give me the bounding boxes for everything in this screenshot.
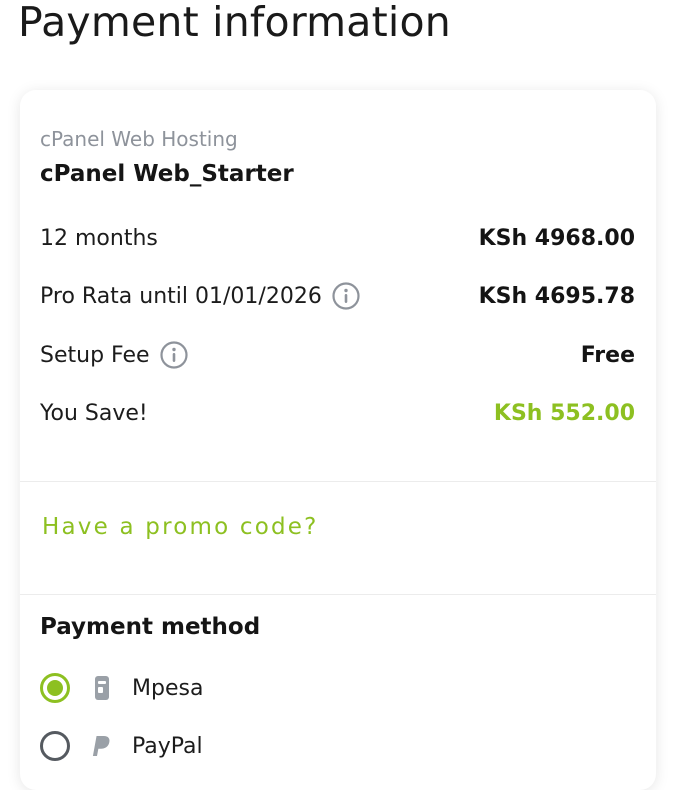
savings-row: You Save! KSh 552.00	[40, 396, 635, 430]
page-title: Payment information	[18, 0, 451, 46]
pro-rata-price: KSh 4695.78	[478, 283, 635, 309]
savings-label: You Save!	[40, 400, 148, 426]
mpesa-radio[interactable]	[40, 673, 70, 703]
billing-cycle-label: 12 months	[40, 225, 158, 251]
payment-option-paypal[interactable]: PayPal	[40, 726, 203, 766]
info-circle-icon[interactable]	[331, 281, 361, 311]
payment-option-mpesa[interactable]: Mpesa	[40, 668, 203, 708]
pro-rata-label-wrap: Pro Rata until 01/01/2026	[40, 281, 361, 311]
pro-rata-row: Pro Rata until 01/01/2026 KSh 4695.78	[40, 279, 635, 313]
info-circle-icon[interactable]	[159, 340, 189, 370]
mobile-phone-icon	[92, 673, 112, 703]
paypal-label: PayPal	[132, 733, 203, 759]
billing-cycle-price: KSh 4968.00	[478, 225, 635, 251]
pro-rata-label: Pro Rata until 01/01/2026	[40, 283, 322, 309]
promo-code-link[interactable]: Have a promo code?	[42, 514, 319, 540]
product-name: cPanel Web_Starter	[40, 161, 294, 187]
paypal-icon	[92, 731, 112, 761]
setup-fee-label: Setup Fee	[40, 342, 150, 368]
savings-amount: KSh 552.00	[493, 400, 635, 426]
setup-fee-price: Free	[580, 342, 635, 368]
order-summary-section: cPanel Web Hosting cPanel Web_Starter 12…	[20, 90, 656, 482]
billing-cycle-row: 12 months KSh 4968.00	[40, 221, 635, 255]
mpesa-label: Mpesa	[132, 675, 204, 701]
promo-section: Have a promo code?	[20, 481, 656, 595]
product-category: cPanel Web Hosting	[40, 127, 238, 151]
paypal-radio[interactable]	[40, 731, 70, 761]
payment-summary-card: cPanel Web Hosting cPanel Web_Starter 12…	[20, 90, 656, 790]
payment-method-heading: Payment method	[40, 614, 261, 640]
setup-fee-row: Setup Fee Free	[40, 338, 635, 372]
setup-fee-label-wrap: Setup Fee	[40, 340, 189, 370]
